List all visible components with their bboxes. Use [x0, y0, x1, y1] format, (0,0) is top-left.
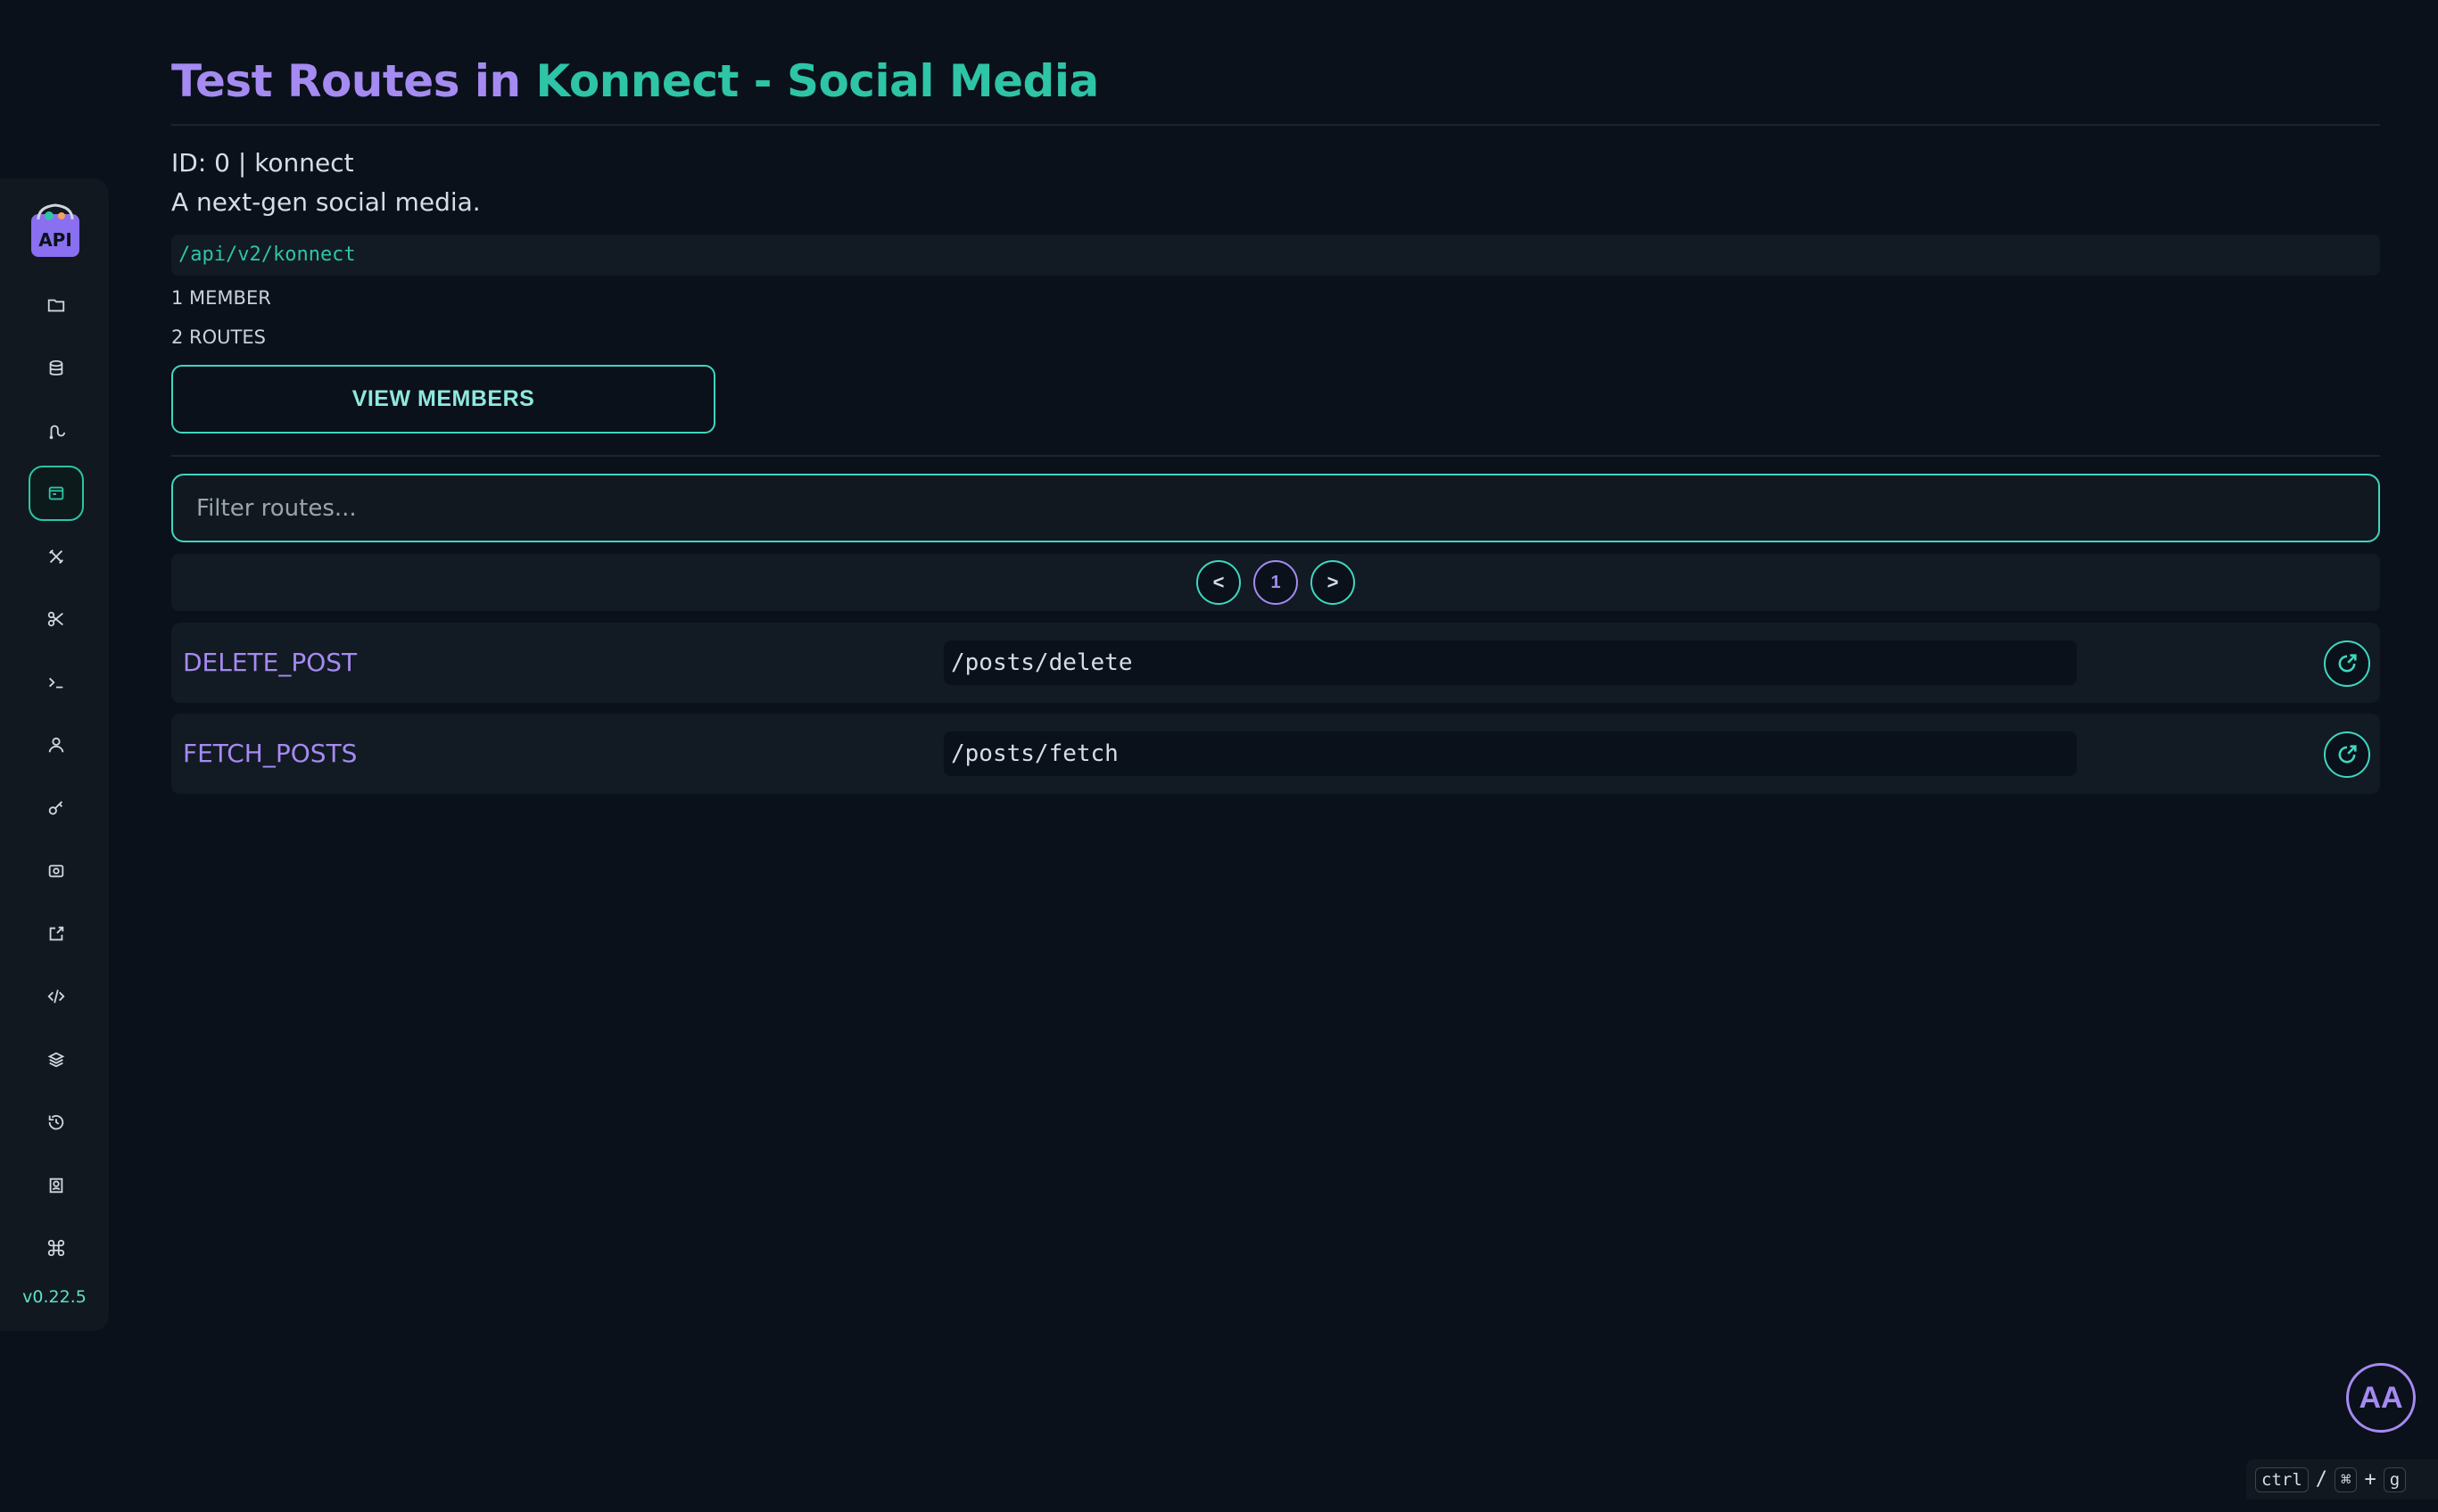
test-route-button[interactable]	[2324, 640, 2370, 687]
filter-routes-field	[171, 474, 2380, 542]
prev-page-button[interactable]: <	[1196, 560, 1241, 605]
routes-count: 2 ROUTES	[171, 326, 266, 348]
sidebar-item-cut[interactable]	[29, 591, 84, 647]
kbd-g: g	[2383, 1467, 2407, 1492]
version-label: v0.22.5	[22, 1287, 87, 1307]
route-row: FETCH_POSTS /posts/fetch	[171, 714, 2380, 794]
route-path: /posts/fetch	[944, 731, 2077, 776]
sidebar-item-account[interactable]	[29, 1158, 84, 1213]
camera-icon	[48, 864, 64, 878]
sidebar-item-user[interactable]	[29, 717, 84, 773]
api-logo-icon[interactable]: API	[29, 202, 81, 259]
sidebar-item-test-routes[interactable]	[29, 466, 84, 521]
shortcut-separator: /	[2315, 1468, 2328, 1491]
terminal-icon	[49, 677, 63, 689]
sidebar-item-database[interactable]	[29, 341, 84, 396]
browser-window-icon	[48, 486, 64, 500]
keyboard-shortcut-hint: ctrl / ⌘ + g	[2246, 1459, 2438, 1500]
test-route-button[interactable]	[2324, 731, 2370, 778]
divider	[171, 124, 2380, 126]
page-title-prefix: Test Routes in	[171, 55, 536, 107]
sidebar: API v0.22.5	[0, 178, 109, 1331]
sidebar-item-tools[interactable]	[29, 529, 84, 584]
sidebar-item-history[interactable]	[29, 1095, 84, 1150]
key-icon	[48, 801, 63, 815]
sidebar-item-shortcuts[interactable]	[29, 1220, 84, 1276]
filter-routes-input[interactable]	[196, 494, 2355, 522]
logo-text: API	[38, 229, 72, 251]
routes-icon	[49, 425, 66, 440]
sidebar-item-keys[interactable]	[29, 781, 84, 836]
tools-icon	[49, 549, 63, 564]
route-name: FETCH_POSTS	[183, 739, 358, 768]
sidebar-item-snapshot[interactable]	[29, 843, 84, 898]
view-members-button[interactable]: VIEW MEMBERS	[171, 365, 715, 434]
sidebar-item-files[interactable]	[29, 277, 84, 333]
kbd-ctrl: ctrl	[2255, 1467, 2309, 1492]
sidebar-item-terminal[interactable]	[29, 655, 84, 710]
open-route-icon	[2338, 654, 2357, 673]
project-endpoint: /api/v2/konnect	[171, 235, 2380, 276]
open-route-icon	[2338, 745, 2357, 764]
next-page-button[interactable]: >	[1310, 560, 1355, 605]
project-description: A next-gen social media.	[171, 187, 481, 217]
scissors-icon	[47, 611, 63, 627]
folder-icon	[47, 299, 65, 312]
divider	[171, 455, 2380, 457]
members-count: 1 MEMBER	[171, 287, 271, 309]
accessibility-button[interactable]: AA	[2346, 1363, 2416, 1433]
user-icon	[48, 737, 64, 753]
history-icon	[48, 1114, 64, 1130]
sidebar-item-external[interactable]	[29, 906, 84, 962]
route-path: /posts/delete	[944, 640, 2077, 685]
page-title: Test Routes in Konnect - Social Media	[171, 55, 1099, 107]
page-title-project: Konnect - Social Media	[535, 55, 1100, 107]
code-icon	[47, 989, 65, 1004]
external-link-icon	[49, 926, 64, 941]
route-name: DELETE_POST	[183, 648, 358, 677]
sidebar-item-layers[interactable]	[29, 1032, 84, 1087]
layers-icon	[47, 1052, 65, 1068]
command-icon	[47, 1239, 65, 1257]
pagination: < 1 >	[171, 554, 2380, 611]
current-page-button[interactable]: 1	[1253, 560, 1298, 605]
database-icon	[49, 359, 63, 376]
route-row: DELETE_POST /posts/delete	[171, 623, 2380, 703]
sidebar-item-routes[interactable]	[29, 403, 84, 459]
shortcut-plus: +	[2364, 1468, 2376, 1491]
kbd-cmd: ⌘	[2335, 1467, 2358, 1492]
user-check-icon	[49, 1177, 63, 1194]
project-id: ID: 0 | konnect	[171, 148, 354, 178]
sidebar-item-code[interactable]	[29, 969, 84, 1024]
